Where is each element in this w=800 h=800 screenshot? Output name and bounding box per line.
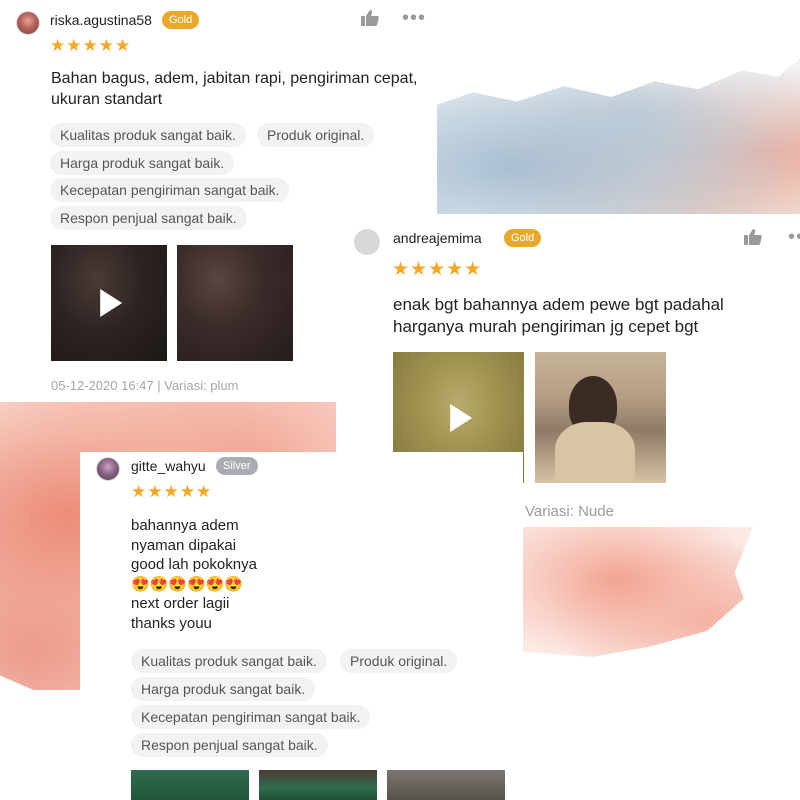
review-text-line: good lah pokoknya [131, 556, 257, 573]
star-rating: ★★★★★ [392, 259, 483, 280]
avatar[interactable] [96, 457, 120, 481]
review-text: enak bgt bahannya adem pewe bgt padahal … [393, 294, 793, 338]
review-tag: Kualitas produk sangat baik. [50, 123, 246, 147]
review-tag: Kecepatan pengiriman sangat baik. [131, 705, 371, 729]
play-icon [449, 403, 472, 432]
review-card-gitte: gitte_wahyu Silver ★★★★★ bahannya adem n… [80, 452, 523, 800]
review-text-line: nyaman dipakai [131, 536, 237, 554]
watercolor-decoration-peach-right [523, 527, 753, 657]
play-icon [100, 289, 123, 317]
avatar[interactable] [16, 11, 40, 35]
review-video-thumbnail[interactable] [51, 245, 167, 361]
review-tag: Produk original. [340, 649, 458, 673]
photo-subject-body [555, 422, 635, 483]
review-text-line: ukuran standart [51, 91, 163, 108]
reviewer-username[interactable]: andreajemima [393, 230, 482, 246]
review-tag: Harga produk sangat baik. [131, 677, 316, 701]
reviewer-username[interactable]: gitte_wahyu [131, 458, 206, 474]
review-photo-thumbnail[interactable] [177, 245, 293, 361]
review-photo-thumbnail[interactable] [131, 770, 249, 800]
member-badge: Gold [162, 11, 200, 29]
review-text-line: harganya murah pengiriman jg cepet bgt [393, 317, 699, 336]
review-card-andreajemima: andreajemima Gold ••• ★★★★★ enak bgt bah… [336, 214, 800, 490]
review-variation: Variasi: Nude [525, 503, 614, 520]
watercolor-decoration-blue [437, 58, 800, 214]
review-text: bahannya adem nyaman dipakai good lah po… [131, 516, 431, 633]
star-rating: ★★★★★ [50, 36, 132, 55]
review-text-line: bahannya adem [131, 517, 239, 534]
more-options-icon[interactable]: ••• [788, 227, 800, 247]
review-tag: Kecepatan pengiriman sangat baik. [50, 178, 290, 202]
member-badge: Silver [216, 457, 258, 475]
avatar[interactable] [354, 229, 380, 255]
review-text-line-emoji: 😍😍😍😍😍😍 [131, 575, 244, 593]
review-photo-thumbnail[interactable] [535, 352, 666, 483]
review-photo-thumbnail[interactable] [387, 770, 505, 800]
review-tag: Kualitas produk sangat baik. [131, 649, 327, 673]
review-text: Bahan bagus, adem, jabitan rapi, pengiri… [51, 68, 431, 110]
star-rating: ★★★★★ [131, 482, 213, 501]
member-badge: Gold [504, 229, 542, 247]
review-tag: Harga produk sangat baik. [50, 151, 235, 175]
reviewer-username[interactable]: riska.agustina58 [50, 12, 152, 28]
review-text-line: thanks youu [131, 614, 212, 632]
review-text-line: enak bgt bahannya adem pewe bgt padahal [393, 295, 724, 314]
review-text-line: next order lagii [131, 595, 230, 612]
review-tag: Respon penjual sangat baik. [50, 206, 247, 230]
more-options-icon[interactable]: ••• [402, 8, 426, 28]
thumbs-up-icon[interactable] [744, 229, 762, 245]
review-tag: Respon penjual sangat baik. [131, 733, 328, 757]
review-timestamp-variation: 05-12-2020 16:47 | Variasi: plum [51, 378, 239, 393]
review-photo-thumbnail[interactable] [259, 770, 377, 800]
review-text-line: Bahan bagus, adem, jabitan rapi, pengiri… [51, 70, 418, 87]
review-tag: Produk original. [257, 123, 375, 147]
thumbs-up-icon[interactable] [361, 10, 379, 26]
